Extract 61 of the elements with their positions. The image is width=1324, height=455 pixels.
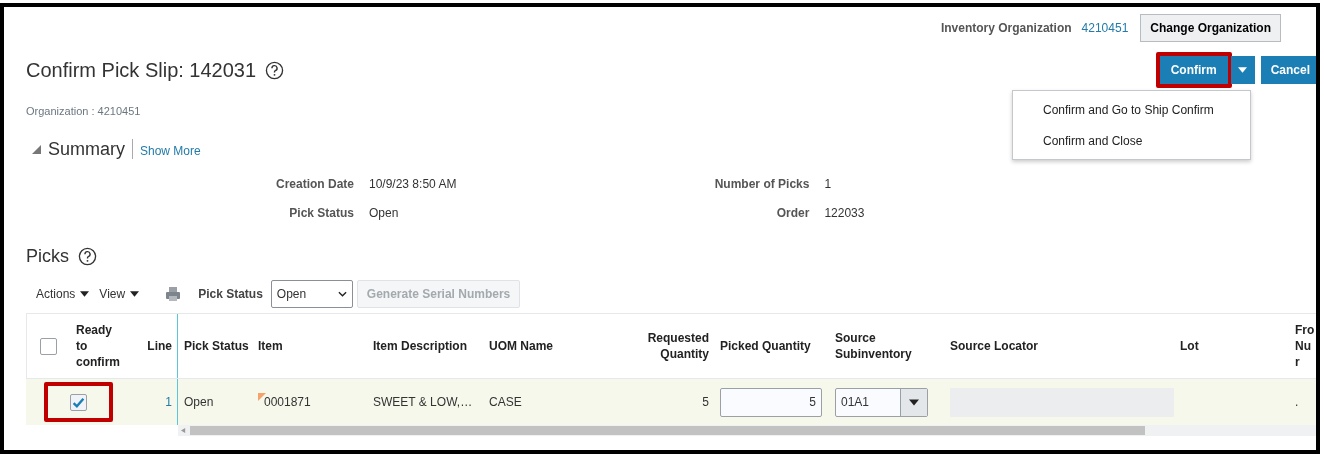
field-label: Pick Status [288, 204, 354, 222]
show-more-link[interactable]: Show More [140, 142, 201, 160]
column-header[interactable]: Item [258, 338, 283, 354]
help-icon[interactable] [265, 60, 285, 80]
caret-down-icon [130, 291, 140, 297]
print-icon[interactable] [165, 286, 182, 302]
caret-down-icon [1238, 67, 1248, 73]
chevron-down-icon [337, 291, 347, 297]
subinventory-field[interactable]: 01A1 [835, 387, 928, 417]
menu-button[interactable]: Actions [36, 285, 90, 303]
menu-item[interactable]: Confirm and Close [1013, 125, 1250, 156]
help-icon[interactable] [78, 246, 97, 266]
horizontal-scrollbar[interactable] [178, 425, 1316, 436]
confirm-menu-button[interactable] [1230, 56, 1255, 84]
corner-marker-icon [258, 393, 266, 401]
scroll-left-icon[interactable] [181, 428, 186, 433]
field-value: 10/9/23 8:50 AM [369, 175, 457, 193]
caret-down-icon[interactable] [909, 398, 919, 406]
field-label: Order [775, 204, 810, 222]
organization-text: Organization : 4210451 [26, 104, 141, 119]
field-value: 1 [824, 175, 832, 193]
pick-status-select[interactable]: Open [270, 280, 353, 308]
page-title: Confirm Pick Slip: 142031 [26, 58, 257, 83]
table-cell-text: 0001871 [264, 394, 311, 411]
confirm-button[interactable]: Confirm [1159, 56, 1228, 84]
section-title: Summary [48, 139, 133, 159]
cancel-button[interactable]: Cancel [1260, 56, 1316, 84]
column-header[interactable]: Line [147, 338, 172, 354]
table-cell-text: CASE [489, 394, 522, 411]
field-label: Number of Picks [713, 175, 810, 193]
select-value: Open [276, 286, 307, 303]
filter-label: Pick Status [198, 286, 263, 303]
column-header[interactable]: Requested Quantity [600, 330, 709, 362]
menu-button[interactable]: View [99, 285, 140, 303]
field-value: Open [369, 204, 399, 222]
column-header[interactable]: Picked Quantity [720, 338, 811, 354]
ready-checkbox[interactable] [70, 393, 87, 411]
column-header[interactable]: Source Subinventory [835, 330, 944, 362]
column-header[interactable]: Lot [1180, 338, 1199, 354]
change-organization-button[interactable]: Change Organization [1140, 14, 1281, 42]
column-header[interactable]: Fro Nur [1295, 322, 1315, 370]
select-all-checkbox[interactable] [40, 337, 57, 355]
line-number: 1 [165, 394, 172, 411]
table-cell-text: . [1295, 394, 1299, 411]
table-cell-text: Open [184, 394, 214, 411]
field-value: 122033 [824, 204, 865, 222]
menu-item[interactable]: Confirm and Go to Ship Confirm [1013, 94, 1250, 125]
column-header[interactable]: Item Description [373, 338, 468, 354]
column-header[interactable]: Pick Status [184, 338, 249, 354]
generate-serial-numbers-button: Generate Serial Numbers [356, 280, 521, 308]
column-header[interactable]: Ready to confirm [76, 322, 121, 370]
table-cell-text: 5 [702, 394, 709, 411]
field-label: Creation Date [274, 175, 354, 193]
organization-link[interactable]: 4210451 [1081, 19, 1129, 37]
column-header[interactable]: UOM Name [489, 338, 553, 354]
caret-down-icon [80, 291, 90, 297]
picked-quantity-field[interactable]: 5 [720, 387, 822, 417]
column-header[interactable]: Source Locator [950, 338, 1039, 354]
section-title: Picks [26, 244, 69, 268]
collapse-triangle-icon[interactable] [32, 144, 41, 154]
inventory-organization-label: Inventory Organization [940, 20, 1072, 37]
